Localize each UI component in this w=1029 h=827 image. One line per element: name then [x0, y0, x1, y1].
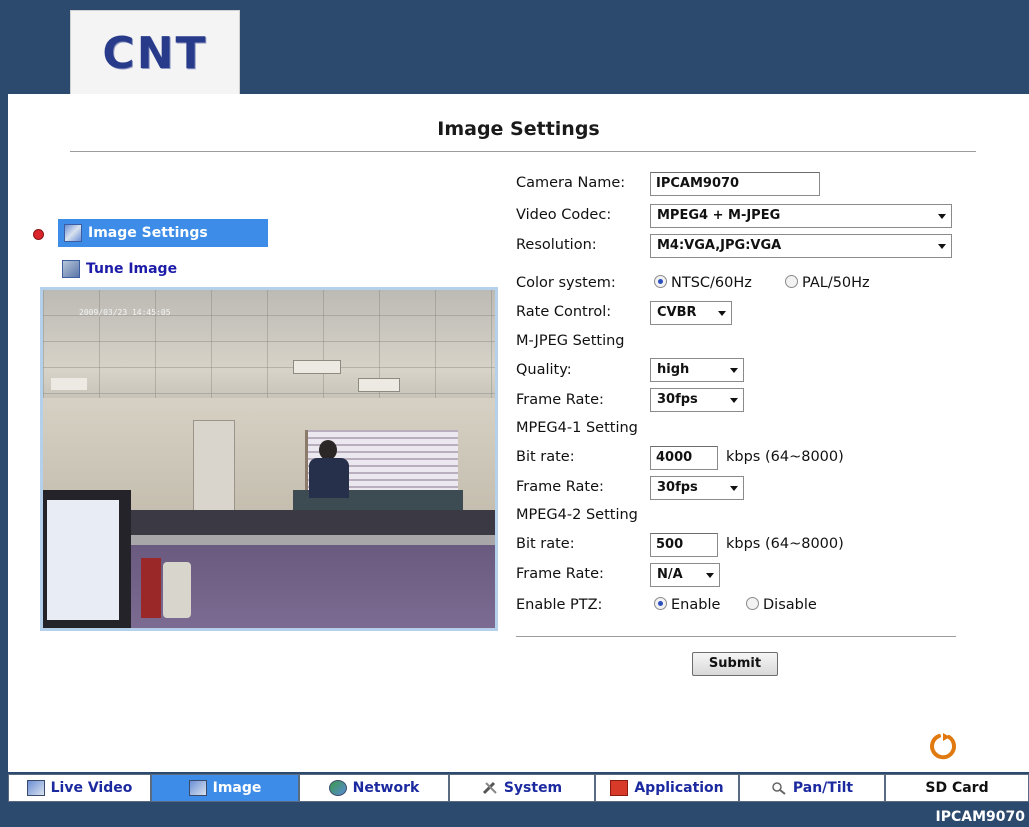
- magnifier-icon: [771, 781, 787, 795]
- content-area: Image Settings Image Settings Tune Image: [8, 94, 1029, 772]
- mpeg4-1-frame-rate-label: Frame Rate:: [516, 479, 604, 495]
- radio-selected-icon: [654, 597, 667, 610]
- enable-ptz-disable-option[interactable]: Disable: [746, 597, 817, 613]
- pal-label: PAL/50Hz: [802, 275, 870, 291]
- resolution-label: Resolution:: [516, 237, 597, 253]
- sidebar-item-label: Tune Image: [86, 261, 178, 277]
- color-system-ntsc-option[interactable]: NTSC/60Hz: [654, 275, 752, 291]
- rate-control-select[interactable]: CVBR: [650, 301, 732, 325]
- ntsc-label: NTSC/60Hz: [671, 275, 752, 291]
- radio-selected-icon: [654, 275, 667, 288]
- active-bullet-icon: [33, 229, 44, 240]
- tab-label: Pan/Tilt: [792, 780, 854, 796]
- color-system-pal-option[interactable]: PAL/50Hz: [785, 275, 870, 291]
- chevron-down-icon: [730, 486, 738, 491]
- mpeg4-2-frame-rate-label: Frame Rate:: [516, 566, 604, 582]
- mpeg4-1-frame-rate-value: 30fps: [657, 480, 698, 495]
- mpeg4-1-section-heading: MPEG4-1 Setting: [516, 420, 638, 436]
- title-divider: [70, 151, 976, 152]
- mpeg4-1-bitrate-label: Bit rate:: [516, 449, 575, 465]
- device-model: IPCAM9070: [935, 809, 1025, 825]
- enable-ptz-label: Enable PTZ:: [516, 597, 603, 613]
- preview-timestamp: 2009/03/23 14:45:05: [79, 308, 171, 317]
- tab-label: SD Card: [925, 780, 989, 796]
- tab-label: Image: [212, 780, 262, 796]
- chevron-down-icon: [706, 573, 714, 578]
- mpeg4-2-section-heading: MPEG4-2 Setting: [516, 507, 638, 523]
- mjpeg-quality-select[interactable]: high: [650, 358, 744, 382]
- tab-network[interactable]: Network: [299, 774, 449, 802]
- mjpeg-frame-rate-select[interactable]: 30fps: [650, 388, 744, 412]
- rate-control-label: Rate Control:: [516, 304, 612, 320]
- tab-sd-card[interactable]: SD Card: [885, 774, 1029, 802]
- page-title: Image Settings: [437, 118, 600, 140]
- live-video-icon: [26, 780, 45, 796]
- chevron-down-icon: [938, 244, 946, 249]
- enable-ptz-enable-option[interactable]: Enable: [654, 597, 720, 613]
- sidebar-item-image-settings[interactable]: Image Settings: [58, 219, 268, 247]
- mpeg4-2-bitrate-unit: kbps (64~8000): [726, 536, 844, 552]
- mpeg4-1-bitrate-field[interactable]: 4000: [650, 446, 718, 470]
- radio-icon: [785, 275, 798, 288]
- resolution-select[interactable]: M4:VGA,JPG:VGA: [650, 234, 952, 258]
- camera-name-field[interactable]: IPCAM9070: [650, 172, 820, 196]
- tab-image[interactable]: Image: [151, 774, 299, 802]
- enable-label: Enable: [671, 597, 721, 613]
- mpeg4-1-frame-rate-select[interactable]: 30fps: [650, 476, 744, 500]
- header: CNT: [8, 6, 1029, 96]
- logo-text: CNT: [102, 27, 208, 79]
- tab-label: Application: [634, 780, 724, 796]
- tab-label: System: [503, 780, 563, 796]
- resolution-value: M4:VGA,JPG:VGA: [657, 238, 782, 253]
- brand-logo: CNT: [70, 10, 240, 96]
- chevron-down-icon: [730, 368, 738, 373]
- tab-pan-tilt[interactable]: Pan/Tilt: [739, 774, 885, 802]
- rate-control-value: CVBR: [657, 305, 697, 320]
- sidebar-item-tune-image[interactable]: Tune Image: [58, 257, 177, 281]
- mjpeg-section-heading: M-JPEG Setting: [516, 333, 625, 349]
- tools-icon: [482, 781, 498, 795]
- submit-button[interactable]: Submit: [692, 652, 778, 676]
- mpeg4-2-bitrate-field[interactable]: 500: [650, 533, 718, 557]
- disable-label: Disable: [763, 597, 817, 613]
- color-system-label: Color system:: [516, 275, 616, 291]
- form-divider: [516, 636, 956, 637]
- refresh-icon[interactable]: [928, 731, 958, 761]
- image-settings-icon: [64, 224, 82, 242]
- chevron-down-icon: [938, 214, 946, 219]
- image-icon: [188, 780, 207, 796]
- app-frame: CNT Image Settings Image Settings Tune I…: [0, 0, 1029, 827]
- radio-icon: [746, 597, 759, 610]
- tab-live-video[interactable]: Live Video: [8, 774, 151, 802]
- camera-name-label: Camera Name:: [516, 175, 626, 191]
- sidebar-item-label: Image Settings: [88, 225, 208, 241]
- application-icon: [610, 780, 629, 796]
- mjpeg-quality-value: high: [657, 362, 690, 377]
- mjpeg-frame-rate-value: 30fps: [657, 392, 698, 407]
- mpeg4-1-bitrate-unit: kbps (64~8000): [726, 449, 844, 465]
- video-codec-select[interactable]: MPEG4 + M-JPEG: [650, 204, 952, 228]
- mjpeg-frame-rate-label: Frame Rate:: [516, 392, 604, 408]
- video-codec-label: Video Codec:: [516, 207, 612, 223]
- tab-system[interactable]: System: [449, 774, 595, 802]
- network-icon: [328, 780, 347, 796]
- video-codec-value: MPEG4 + M-JPEG: [657, 208, 781, 223]
- tune-image-icon: [62, 260, 80, 278]
- mpeg4-2-bitrate-label: Bit rate:: [516, 536, 575, 552]
- camera-preview: 2009/03/23 14:45:05: [40, 287, 498, 631]
- mjpeg-quality-label: Quality:: [516, 362, 572, 378]
- tab-application[interactable]: Application: [595, 774, 739, 802]
- tab-label: Network: [352, 780, 420, 796]
- mpeg4-2-frame-rate-value: N/A: [657, 567, 683, 582]
- main-tab-bar: Live Video Image Network System Applicat…: [8, 774, 1029, 804]
- chevron-down-icon: [730, 398, 738, 403]
- mpeg4-2-frame-rate-select[interactable]: N/A: [650, 563, 720, 587]
- tab-label: Live Video: [50, 780, 133, 796]
- chevron-down-icon: [718, 311, 726, 316]
